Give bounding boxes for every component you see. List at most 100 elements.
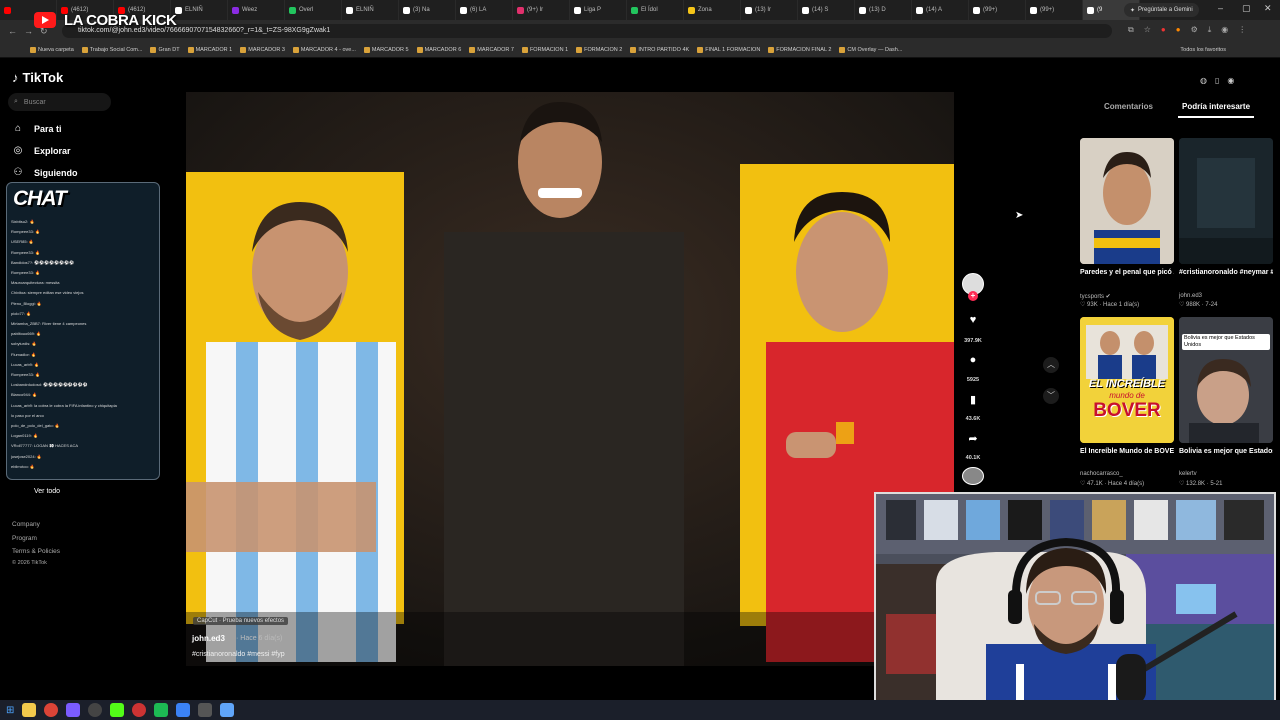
start-icon[interactable]: ⊞	[6, 705, 14, 716]
tab-comments[interactable]: Comentarios	[1104, 102, 1153, 111]
browser-tab[interactable]: (99+)	[969, 0, 1026, 20]
profile-icon[interactable]: ◉	[1221, 25, 1228, 35]
bookmark-icon[interactable]: ▮	[962, 393, 984, 406]
browser-tab[interactable]: (14) A	[912, 0, 969, 20]
comment-icon[interactable]: ●	[962, 354, 984, 366]
gemini-button[interactable]: ✦ Pregúntale a Gemini	[1124, 3, 1199, 17]
bookmark-label: INTRO PARTIDO 4K	[638, 46, 690, 53]
browser-tab[interactable]: (14) S	[798, 0, 855, 20]
app-icon[interactable]	[66, 703, 81, 717]
thumbnail-author[interactable]: tycsports ✔	[1080, 293, 1174, 300]
see-all-link[interactable]: Ver todo	[34, 488, 60, 495]
bookmark-item[interactable]: FINAL 1 FORMACION	[697, 46, 760, 53]
bookmark-item[interactable]: MARCADOR 4 - ove...	[292, 46, 356, 53]
bookmark-item[interactable]: Gran DT	[150, 46, 180, 53]
thumbnail-title[interactable]: Paredes y el penal que picó Aranda: "SO.…	[1080, 268, 1174, 277]
sidebar-item-para-ti[interactable]: ⌂ Para ti	[12, 123, 62, 134]
video-hashtags[interactable]: #cristianoronaldo #messi #fyp	[192, 651, 285, 658]
browser-tab[interactable]: Overl	[285, 0, 342, 20]
app-icon-3[interactable]	[154, 703, 169, 717]
tiktok-logo[interactable]: ♪ TikTok	[12, 70, 63, 85]
sidebar-item-siguiendo[interactable]: ⚇ Siguiendo	[12, 167, 78, 178]
download-icon[interactable]: ⤓	[1208, 25, 1212, 35]
thumbnail-author[interactable]: kelertv	[1179, 471, 1273, 477]
bookmark-folder-icon	[240, 46, 247, 53]
video-player[interactable]	[186, 92, 954, 666]
sidebar-item-label: Para ti	[34, 123, 62, 134]
browser-tab[interactable]: ELNIÑ	[171, 0, 228, 20]
search-input[interactable]: ⌕ Buscar	[8, 93, 111, 111]
video-author[interactable]: john.ed3	[192, 634, 225, 643]
thumbnail-stats: ♡ 47.1K · Hace 4 día(s)	[1080, 481, 1145, 487]
bookmark-item[interactable]: MARCADOR 7	[469, 46, 514, 53]
app-icon-2[interactable]	[132, 703, 147, 717]
bookmark-item[interactable]: MARCADOR 6	[416, 46, 461, 53]
share-icon[interactable]: ➦	[962, 432, 984, 445]
translate-icon[interactable]: ⧉	[1128, 25, 1134, 35]
browser-tab[interactable]: (9+) Ir	[513, 0, 570, 20]
follow-plus-icon[interactable]: +	[968, 291, 978, 301]
extension-orange-icon[interactable]: ●	[1176, 25, 1181, 35]
coin-icon[interactable]: ◍	[1200, 76, 1207, 85]
device-icon[interactable]: ▯	[1215, 76, 1219, 85]
thumbnail-title[interactable]: #cristianoronaldo #neymar #messi...	[1179, 268, 1273, 277]
url-field[interactable]: tiktok.com/@john.ed3/video/7666690707154…	[62, 24, 1112, 38]
bookmark-item[interactable]: MARCADOR 5	[363, 46, 409, 53]
scroll-down-icon[interactable]: ﹀	[1043, 388, 1059, 404]
video-thumbnail[interactable]	[1179, 138, 1273, 264]
chrome-icon[interactable]	[44, 703, 59, 717]
browser-tab[interactable]: (13) Ir	[741, 0, 798, 20]
close-window-icon[interactable]: ✕	[1264, 3, 1272, 14]
capcut-badge[interactable]: CapCut · Prueba nuevos efectos	[193, 617, 289, 625]
menu-icon[interactable]: ⋮	[1238, 25, 1246, 35]
bookmark-item[interactable]: MARCADOR 3	[240, 46, 285, 53]
bookmark-item[interactable]: Trabajo Social Com...	[81, 46, 142, 53]
bookmark-item[interactable]: MARCADOR 1	[187, 46, 232, 53]
browser-tab[interactable]: Liga P	[570, 0, 627, 20]
forward-icon[interactable]: →	[24, 26, 33, 36]
footer-program[interactable]: Program	[12, 535, 37, 542]
browser-tab[interactable]: (3) Na	[399, 0, 456, 20]
browser-tab[interactable]: Zona	[684, 0, 741, 20]
app-icon-6[interactable]	[220, 703, 235, 717]
puzzle-icon[interactable]: ⚙	[1191, 25, 1198, 35]
browser-tab[interactable]: El Ídol	[627, 0, 684, 20]
footer-company[interactable]: Company	[12, 521, 40, 528]
bookmark-item[interactable]: FORMACION 2	[576, 46, 622, 53]
app-icon-5[interactable]	[198, 703, 213, 717]
user-avatar-icon[interactable]: ◉	[1227, 76, 1234, 85]
thumbnail-title[interactable]: El Increíble Mundo de BOVER #boca #river…	[1080, 447, 1174, 456]
sound-disc-icon[interactable]	[962, 467, 984, 485]
all-favorites-link[interactable]: Todos los favoritos	[1180, 47, 1226, 53]
thumbnail-author[interactable]: john.ed3	[1179, 293, 1273, 299]
video-thumbnail[interactable]	[1080, 138, 1174, 264]
browser-tab[interactable]: (99+)	[1026, 0, 1083, 20]
sidebar-item-explorar[interactable]: ◎ Explorar	[12, 145, 71, 156]
bookmark-item[interactable]: CM Overlay — Dash...	[839, 46, 902, 53]
footer-terms[interactable]: Terms & Policies	[12, 548, 60, 555]
browser-tab[interactable]: Weez	[228, 0, 285, 20]
thumbnail-author[interactable]: nachocarrasco_	[1080, 471, 1174, 477]
obs-icon[interactable]	[88, 703, 103, 717]
browser-tab[interactable]: (13) D	[855, 0, 912, 20]
browser-tab[interactable]: (6) LA	[456, 0, 513, 20]
bookmark-item[interactable]: FORMACION FINAL 2	[768, 46, 831, 53]
minimize-icon[interactable]: –	[1218, 3, 1223, 13]
bookmark-folder-icon	[768, 46, 775, 53]
star-icon[interactable]: ☆	[1144, 25, 1151, 35]
file-explorer-icon[interactable]	[22, 703, 37, 717]
back-icon[interactable]: ←	[8, 26, 17, 36]
browser-tab[interactable]: ELNIÑ	[342, 0, 399, 20]
maximize-icon[interactable]: ▢	[1242, 3, 1251, 14]
bookmark-item[interactable]: Nueva carpeta	[30, 46, 74, 53]
tab-podria-interesarte[interactable]: Podría interesarte	[1182, 102, 1250, 111]
scroll-up-icon[interactable]: ︿	[1043, 357, 1059, 373]
app-icon-4[interactable]	[176, 703, 191, 717]
os-taskbar: ⊞	[0, 700, 1280, 720]
heart-icon[interactable]: ♥	[962, 314, 984, 326]
thumbnail-title[interactable]: Bolivia es mejor que Estados Unidos #kel…	[1179, 447, 1273, 456]
bookmark-item[interactable]: FORMACION 1	[521, 46, 568, 53]
extension-red-icon[interactable]: ●	[1161, 25, 1166, 35]
kick-icon[interactable]	[110, 703, 125, 717]
bookmark-item[interactable]: INTRO PARTIDO 4K	[630, 46, 690, 53]
